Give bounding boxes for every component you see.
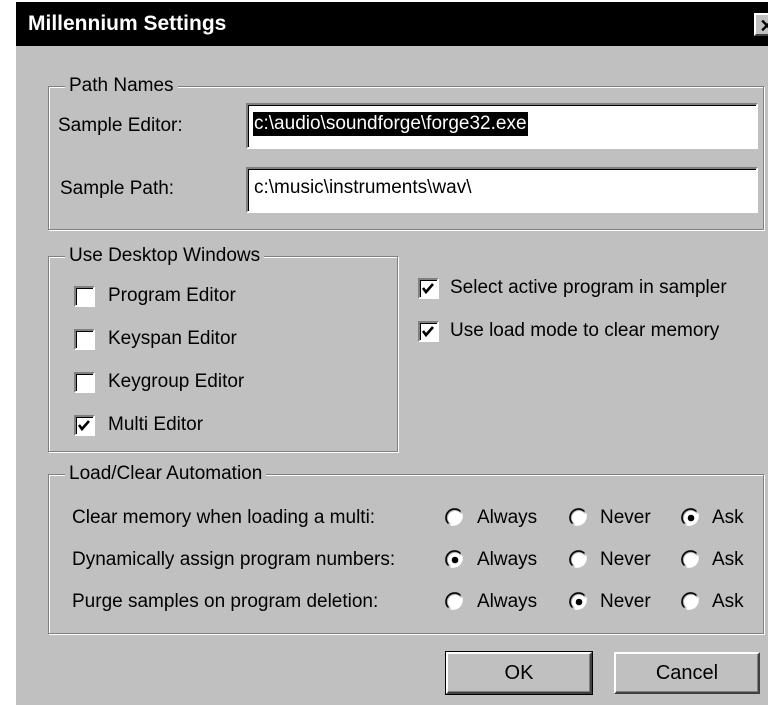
use-load-mode-label[interactable]: Use load mode to clear memory: [450, 319, 719, 343]
clear-memory-always-radio[interactable]: [444, 507, 466, 529]
assign-program-numbers-always-label[interactable]: Always: [477, 548, 537, 572]
clear-memory-never-radio[interactable]: [568, 507, 590, 529]
keygroup-editor-checkbox[interactable]: [74, 372, 95, 393]
keygroup-editor-label[interactable]: Keygroup Editor: [108, 370, 244, 394]
close-button[interactable]: ✕: [754, 13, 768, 36]
keyspan-editor-checkbox[interactable]: [74, 329, 95, 350]
sample-path-value: c:\music\instruments\wav\: [254, 177, 472, 198]
sample-path-field[interactable]: c:\music\instruments\wav\: [246, 167, 758, 213]
sample-path-label: Sample Path:: [60, 178, 175, 199]
cancel-button[interactable]: Cancel: [614, 652, 760, 694]
sample-editor-field[interactable]: c:\audio\soundforge\forge32.exe: [246, 103, 758, 149]
window-title: Millennium Settings: [28, 12, 227, 35]
assign-program-numbers-never-label[interactable]: Never: [600, 548, 651, 572]
clear-memory-label: Clear memory when loading a multi:: [72, 507, 376, 528]
assign-program-numbers-always-radio[interactable]: [444, 549, 466, 571]
settings-dialog: Millennium Settings ✕ Path Names Sample …: [14, 0, 768, 705]
use-load-mode-checkbox[interactable]: [418, 321, 439, 342]
title-bar: Millennium Settings: [16, 2, 768, 46]
program-editor-checkbox[interactable]: [74, 286, 95, 307]
path-names-legend: Path Names: [65, 74, 178, 98]
assign-program-numbers-never-radio[interactable]: [568, 549, 590, 571]
ok-button[interactable]: OK: [445, 651, 593, 695]
clear-memory-always-label[interactable]: Always: [477, 506, 537, 530]
purge-samples-label: Purge samples on program deletion:: [72, 591, 379, 612]
close-icon: ✕: [759, 16, 768, 36]
keyspan-editor-label[interactable]: Keyspan Editor: [108, 327, 237, 351]
clear-memory-ask-label[interactable]: Ask: [712, 506, 744, 530]
purge-samples-never-radio[interactable]: [568, 591, 590, 613]
assign-program-numbers-label: Dynamically assign program numbers:: [72, 549, 396, 570]
clear-memory-ask-radio[interactable]: [680, 507, 702, 529]
ok-button-label: OK: [504, 662, 534, 684]
desktop-windows-legend: Use Desktop Windows: [65, 244, 265, 268]
multi-editor-checkbox[interactable]: [74, 415, 95, 436]
sample-editor-label: Sample Editor:: [58, 115, 183, 136]
select-active-program-checkbox[interactable]: [418, 278, 439, 299]
clear-memory-never-label[interactable]: Never: [600, 506, 651, 530]
assign-program-numbers-ask-radio[interactable]: [680, 549, 702, 571]
assign-program-numbers-ask-label[interactable]: Ask: [712, 548, 744, 572]
sample-editor-value: c:\audio\soundforge\forge32.exe: [253, 112, 528, 136]
purge-samples-ask-radio[interactable]: [680, 591, 702, 613]
cancel-button-label: Cancel: [655, 662, 719, 684]
multi-editor-label[interactable]: Multi Editor: [108, 413, 203, 437]
purge-samples-always-label[interactable]: Always: [477, 590, 537, 614]
purge-samples-always-radio[interactable]: [444, 591, 466, 613]
automation-legend: Load/Clear Automation: [65, 462, 267, 486]
purge-samples-never-label[interactable]: Never: [600, 590, 651, 614]
program-editor-label[interactable]: Program Editor: [108, 284, 236, 308]
purge-samples-ask-label[interactable]: Ask: [712, 590, 744, 614]
select-active-program-label[interactable]: Select active program in sampler: [450, 276, 727, 300]
